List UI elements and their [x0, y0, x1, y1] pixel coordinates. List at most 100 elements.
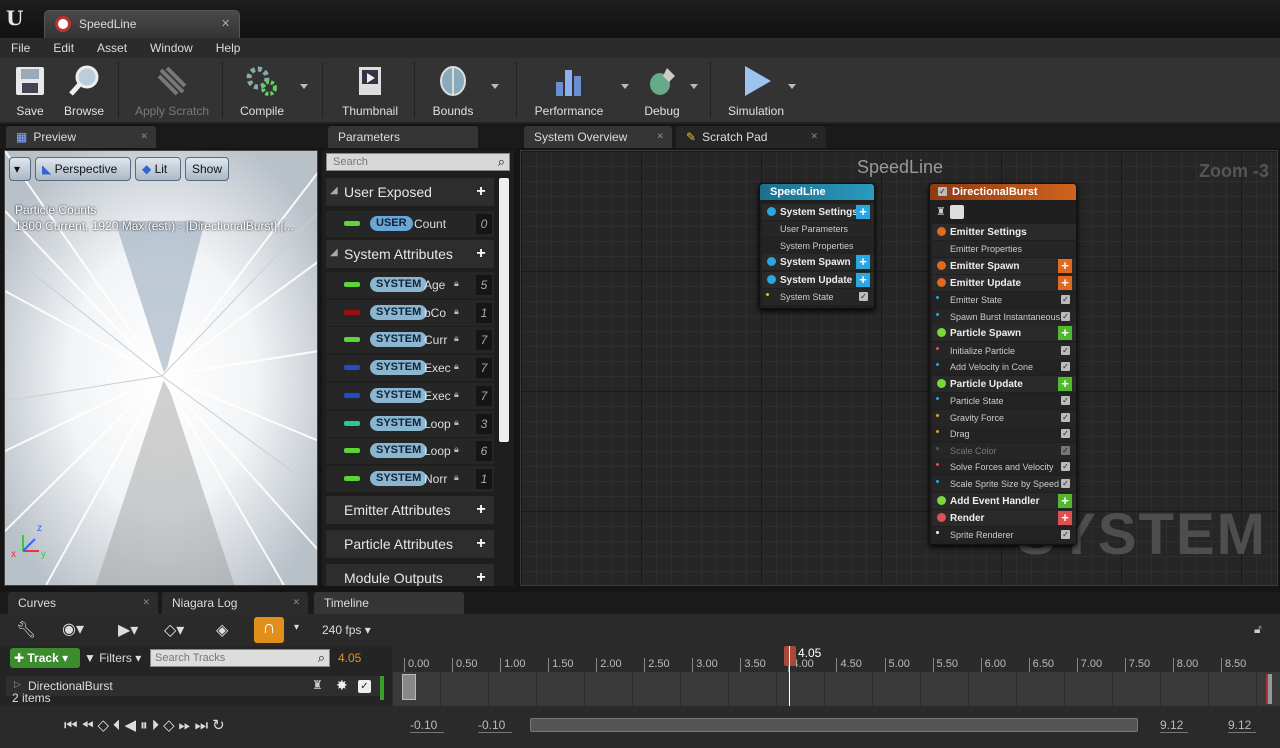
node-row[interactable]: Particle Update + [932, 375, 1076, 392]
simulation-button[interactable]: Simulation [722, 60, 790, 120]
add-module-icon[interactable]: + [856, 272, 870, 287]
tab-preview[interactable]: ▦ Preview ✕ [6, 126, 156, 148]
system-node[interactable]: SpeedLine System Settings + User Parameter… [759, 183, 875, 309]
module-enabled-checkbox[interactable]: ✓ [1061, 429, 1070, 439]
close-icon[interactable]: ✕ [221, 17, 230, 30]
node-row[interactable]: Particle Spawn + [932, 325, 1076, 342]
module-enabled-checkbox[interactable]: ✓ [1061, 479, 1070, 488]
section-start-handle[interactable] [402, 674, 416, 700]
parameters-scrollbar[interactable] [499, 178, 509, 442]
track-enabled-checkbox[interactable]: ✓ [358, 680, 371, 693]
node-row[interactable]: Emitter Update + [932, 275, 1076, 291]
apply-scratch-button[interactable]: Apply Scratch [130, 60, 214, 120]
section-emitter-attributes[interactable]: Emitter Attributes + [326, 496, 494, 524]
add-module-icon[interactable]: + [856, 255, 870, 270]
add-icon[interactable]: + [474, 246, 488, 262]
emitter-node[interactable]: ✓ DirectionalBurst ♜ Emitter Settings Emit… [929, 183, 1077, 545]
save-button[interactable]: Save [6, 60, 54, 120]
tab-system-overview[interactable]: System Overview ✕ [524, 126, 672, 148]
compile-dropdown-icon[interactable] [300, 84, 308, 89]
parameter-row[interactable]: SYSTEM Curr 🔒︎ 7 [326, 327, 494, 354]
add-track-button[interactable]: ✚ Track ▾ [10, 648, 80, 668]
node-row[interactable]: Drag ✓ [932, 426, 1076, 443]
range-start-a[interactable]: -0.10 [410, 718, 444, 733]
tab-niagara-log[interactable]: Niagara Log ✕ [162, 592, 308, 614]
module-enabled-checkbox[interactable]: ✓ [1061, 530, 1070, 539]
document-tab[interactable]: SpeedLine ✕ [44, 10, 240, 38]
node-row[interactable]: Initialize Particle ✓ [932, 342, 1076, 359]
simulation-dropdown-icon[interactable] [788, 84, 796, 89]
node-row[interactable]: Add Velocity in Cone ✓ [932, 359, 1076, 376]
debug-dropdown-icon[interactable] [690, 84, 698, 89]
section-particle-attributes[interactable]: Particle Attributes + [326, 530, 494, 558]
menu-help[interactable]: Help [205, 41, 253, 55]
menu-window[interactable]: Window [139, 41, 205, 55]
node-row[interactable]: System Spawn + [762, 254, 874, 271]
parameter-row[interactable]: SYSTEM Loop 🔒︎ 6 [326, 438, 494, 465]
add-module-icon[interactable]: + [856, 205, 870, 219]
close-icon[interactable]: ✕ [142, 597, 150, 608]
parameter-value[interactable]: 3 [476, 413, 492, 434]
tab-scratch-pad[interactable]: ✎ Scratch Pad ✕ [676, 126, 826, 148]
parameter-row[interactable]: SYSTEM Loop 🔒︎ 3 [326, 410, 494, 437]
module-enabled-checkbox[interactable]: ✓ [1061, 445, 1070, 455]
parameter-value[interactable]: 1 [476, 302, 492, 323]
node-row[interactable]: Spawn Burst Instantaneous ✓ [932, 308, 1076, 325]
range-end-a[interactable]: 9.12 [1160, 718, 1188, 733]
close-icon[interactable]: ✕ [140, 131, 148, 142]
add-module-icon[interactable]: + [1058, 510, 1072, 525]
node-row[interactable]: Scale Sprite Size by Speed ✓ [932, 476, 1076, 492]
fps-selector[interactable]: 240 fps ▾ [322, 623, 371, 637]
section-system-attributes[interactable]: ◢ System Attributes + [326, 240, 494, 268]
add-icon[interactable]: + [474, 502, 488, 518]
show-button[interactable]: Show [185, 157, 229, 181]
section-user-exposed[interactable]: ◢ User Exposed + [326, 178, 494, 206]
snap-magnet-icon[interactable]: ∩ [254, 617, 284, 643]
section-end-handle[interactable] [1266, 674, 1272, 704]
add-module-icon[interactable]: + [1058, 493, 1072, 508]
system-overview-graph[interactable]: SpeedLine Zoom -3 SYSTEM SpeedLine Syste… [520, 150, 1278, 586]
parameter-row[interactable]: SYSTEM Norr 🔒︎ 1 [326, 465, 494, 492]
node-row[interactable]: Sprite Renderer ✓ [932, 527, 1076, 543]
timeline-ruler[interactable]: 0.00 0.50 1.00 1.50 2.00 2.50 3.00 3.50 4.00 4.50… [392, 646, 1280, 672]
parameter-value[interactable]: 7 [476, 385, 492, 406]
tab-timeline[interactable]: Timeline [314, 592, 464, 614]
transport-controls[interactable]: ⏮︎⏪︎◇⏴︎◀︎⏸︎⏵︎◇⏩︎⏭︎↻ [64, 716, 229, 734]
pin-icon[interactable]: ♜ [312, 678, 323, 692]
module-enabled-checkbox[interactable]: ✓ [859, 291, 868, 301]
perspective-button[interactable]: ◣ Perspective [35, 157, 131, 181]
search-tracks-input[interactable]: Search Tracks ⌕ [150, 649, 330, 667]
parameter-value[interactable]: 0 [476, 214, 492, 234]
add-icon[interactable]: + [474, 570, 488, 586]
parameter-value[interactable]: 6 [476, 441, 492, 462]
add-module-icon[interactable]: + [1058, 276, 1072, 290]
node-row[interactable]: Emitter Spawn + [932, 257, 1076, 274]
module-enabled-checkbox[interactable]: ✓ [1061, 396, 1070, 405]
compile-button[interactable]: Compile [234, 60, 290, 120]
node-row[interactable]: Add Event Handler + [932, 492, 1076, 509]
tab-parameters[interactable]: Parameters [328, 126, 478, 148]
snap-dropdown-icon[interactable]: ▾ [294, 622, 299, 633]
parameters-search-input[interactable]: Search ⌕ [326, 153, 510, 171]
node-row[interactable]: Emitter State ✓ [932, 292, 1076, 309]
node-row[interactable]: Render + [932, 509, 1076, 526]
track-row[interactable]: ▷ DirectionalBurst ♜ ✸ ✓ [6, 676, 384, 700]
parameter-row[interactable]: SYSTEM Exec 🔒︎ 7 [326, 355, 494, 382]
eye-icon[interactable]: ◉▾ [62, 619, 84, 639]
module-enabled-checkbox[interactable]: ✓ [1061, 362, 1070, 372]
close-icon[interactable]: ✕ [292, 597, 300, 608]
parameter-row[interactable]: SYSTEM Age 🔒︎ 5 [326, 272, 494, 298]
lit-button[interactable]: ◆ Lit [135, 157, 181, 181]
performance-dropdown-icon[interactable] [621, 84, 629, 89]
parameter-value[interactable]: 5 [476, 275, 492, 295]
key-group-icon[interactable]: ◈ [216, 620, 228, 640]
pin-icon[interactable]: ♜ [936, 206, 946, 218]
performance-button[interactable]: Performance [530, 60, 608, 120]
lock-icon[interactable]: 🔓︎ [1254, 622, 1262, 637]
module-enabled-checkbox[interactable]: ✓ [1061, 345, 1070, 355]
menu-asset[interactable]: Asset [86, 41, 139, 55]
parameter-row[interactable]: SYSTEM bCo 🔒︎ 1 [326, 299, 494, 326]
section-module-outputs[interactable]: Module Outputs + [326, 564, 494, 586]
node-row[interactable]: Solve Forces and Velocity ✓ [932, 459, 1076, 476]
track-lane[interactable] [392, 646, 1280, 706]
